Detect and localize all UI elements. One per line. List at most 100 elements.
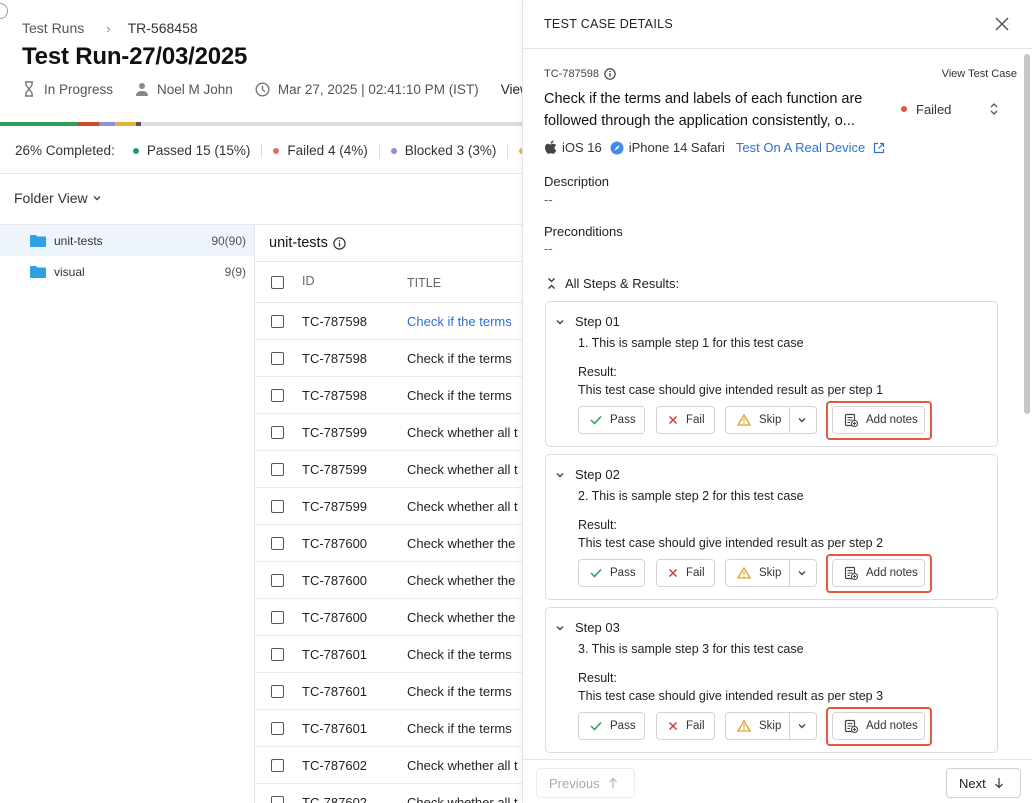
folder-view-dropdown[interactable]: Folder View	[14, 190, 102, 206]
blocked-label: Blocked	[404, 143, 453, 158]
all-steps-toggle[interactable]: All Steps & Results:	[547, 276, 679, 291]
row-checkbox[interactable]	[271, 721, 284, 735]
row-id: TC-787599	[302, 461, 368, 477]
status-dropdown[interactable]: Failed	[901, 101, 999, 117]
row-title[interactable]: Check whether all t	[407, 462, 518, 477]
add-notes-button[interactable]: Add notes	[832, 559, 925, 587]
skip-menu-toggle[interactable]	[797, 568, 815, 581]
row-title[interactable]: Check if the terms	[407, 721, 512, 736]
table-row[interactable]: TC-787599 Check whether all t	[256, 414, 522, 451]
row-checkbox[interactable]	[271, 462, 284, 476]
next-button[interactable]: Next	[946, 768, 1021, 798]
close-icon[interactable]	[993, 15, 1011, 33]
add-notes-button[interactable]: Add notes	[832, 406, 925, 434]
table-row[interactable]: TC-787599 Check whether all t	[256, 488, 522, 525]
collapse-chevron-icon	[556, 625, 564, 630]
row-title[interactable]: Check whether all t	[407, 795, 518, 803]
row-title[interactable]: Check if the terms	[407, 351, 512, 366]
row-checkbox[interactable]	[271, 647, 284, 661]
row-title[interactable]: Check whether all t	[407, 758, 518, 773]
add-notes-button[interactable]: Add notes	[832, 712, 925, 740]
table-row[interactable]: TC-787601 Check if the terms	[256, 636, 522, 673]
skip-menu-toggle[interactable]	[797, 415, 815, 428]
row-title[interactable]: Check if the terms	[407, 647, 512, 662]
view-link[interactable]: View	[501, 82, 522, 97]
step-description: 1. This is sample step 1 for this test c…	[578, 336, 804, 350]
table-row[interactable]: TC-787600 Check whether the	[256, 562, 522, 599]
step-header[interactable]: Step 01	[555, 314, 620, 329]
row-title[interactable]: Check whether the	[407, 610, 515, 625]
row-title[interactable]: Check if the terms	[407, 684, 512, 699]
row-checkbox[interactable]	[271, 536, 284, 550]
scrollbar-thumb[interactable]	[1024, 54, 1030, 414]
fail-button[interactable]: Fail	[656, 712, 715, 740]
skip-button[interactable]: Skip	[725, 712, 817, 740]
row-checkbox[interactable]	[271, 573, 284, 587]
row-title[interactable]: Check whether the	[407, 536, 515, 551]
row-checkbox[interactable]	[271, 684, 284, 698]
table-row[interactable]: TC-787602 Check whether all t	[256, 747, 522, 784]
row-title[interactable]: Check if the terms	[407, 314, 512, 329]
real-device-link[interactable]: Test On A Real Device	[736, 140, 885, 155]
select-all-checkbox[interactable]	[271, 275, 284, 289]
x-icon	[668, 568, 678, 578]
table-row[interactable]: TC-787598 Check if the terms	[256, 303, 522, 340]
tree-item-visual[interactable]: visual 9(9)	[0, 256, 254, 287]
pass-button[interactable]: Pass	[578, 406, 645, 434]
row-title[interactable]: Check if the terms	[407, 388, 512, 403]
row-title[interactable]: Check whether all t	[407, 425, 518, 440]
row-title[interactable]: Check whether all t	[407, 499, 518, 514]
stat-blocked[interactable]: Blocked 3 (3%)	[390, 143, 496, 158]
tree-item-count: 90(90)	[211, 233, 246, 248]
table-row[interactable]: TC-787601 Check if the terms	[256, 673, 522, 710]
pass-button[interactable]: Pass	[578, 559, 645, 587]
folder-title-text: unit-tests	[269, 235, 328, 251]
tree-item-unit-tests[interactable]: unit-tests 90(90)	[0, 225, 254, 256]
skip-button[interactable]: Skip	[725, 406, 817, 434]
test-case-details-panel: TEST CASE DETAILS TC-787598 View Test Ca…	[522, 0, 1032, 803]
divider	[523, 48, 1032, 49]
info-icon[interactable]	[604, 68, 616, 80]
folder-title: unit-tests	[256, 225, 522, 262]
table-row[interactable]: TC-787601 Check if the terms	[256, 710, 522, 747]
column-id[interactable]: ID	[302, 274, 315, 288]
skip-button[interactable]: Skip	[725, 559, 817, 587]
check-icon	[590, 721, 602, 731]
passed-count: 15	[195, 143, 211, 158]
table-row[interactable]: TC-787600 Check whether the	[256, 525, 522, 562]
progress-bar	[0, 122, 522, 126]
fail-button[interactable]: Fail	[656, 406, 715, 434]
row-checkbox[interactable]	[271, 610, 284, 624]
row-checkbox[interactable]	[271, 351, 284, 365]
stat-failed[interactable]: Failed 4 (4%)	[273, 143, 368, 158]
info-icon[interactable]	[333, 236, 346, 250]
skip-label: Skip	[759, 414, 782, 426]
row-title[interactable]: Check whether the	[407, 573, 515, 588]
divider	[0, 173, 522, 174]
skip-menu-toggle[interactable]	[797, 721, 815, 734]
row-checkbox[interactable]	[271, 795, 284, 803]
row-checkbox[interactable]	[271, 758, 284, 772]
collapse-sidebar-button[interactable]	[0, 3, 8, 19]
previous-button[interactable]: Previous	[536, 768, 635, 798]
breadcrumb-test-runs[interactable]: Test Runs	[22, 20, 84, 36]
table-row[interactable]: TC-787602 Check whether all t	[256, 784, 522, 803]
table-row[interactable]: TC-787598 Check if the terms	[256, 340, 522, 377]
row-checkbox[interactable]	[271, 388, 284, 402]
table-row[interactable]: TC-787598 Check if the terms	[256, 377, 522, 414]
row-checkbox[interactable]	[271, 425, 284, 439]
view-test-case-link[interactable]: View Test Case	[942, 68, 1017, 80]
row-checkbox[interactable]	[271, 314, 284, 328]
table-row[interactable]: TC-787600 Check whether the	[256, 599, 522, 636]
table-row[interactable]: TC-787599 Check whether all t	[256, 451, 522, 488]
step-header[interactable]: Step 02	[555, 467, 620, 482]
fail-button[interactable]: Fail	[656, 559, 715, 587]
row-checkbox[interactable]	[271, 499, 284, 513]
safari-icon	[610, 141, 624, 154]
stat-passed[interactable]: Passed 15 (15%)	[132, 143, 250, 158]
pass-button[interactable]: Pass	[578, 712, 645, 740]
panel-title: TEST CASE DETAILS	[544, 17, 673, 31]
scrollbar[interactable]	[1023, 50, 1031, 758]
step-header[interactable]: Step 03	[555, 620, 620, 635]
column-title[interactable]: TITLE	[407, 276, 441, 290]
